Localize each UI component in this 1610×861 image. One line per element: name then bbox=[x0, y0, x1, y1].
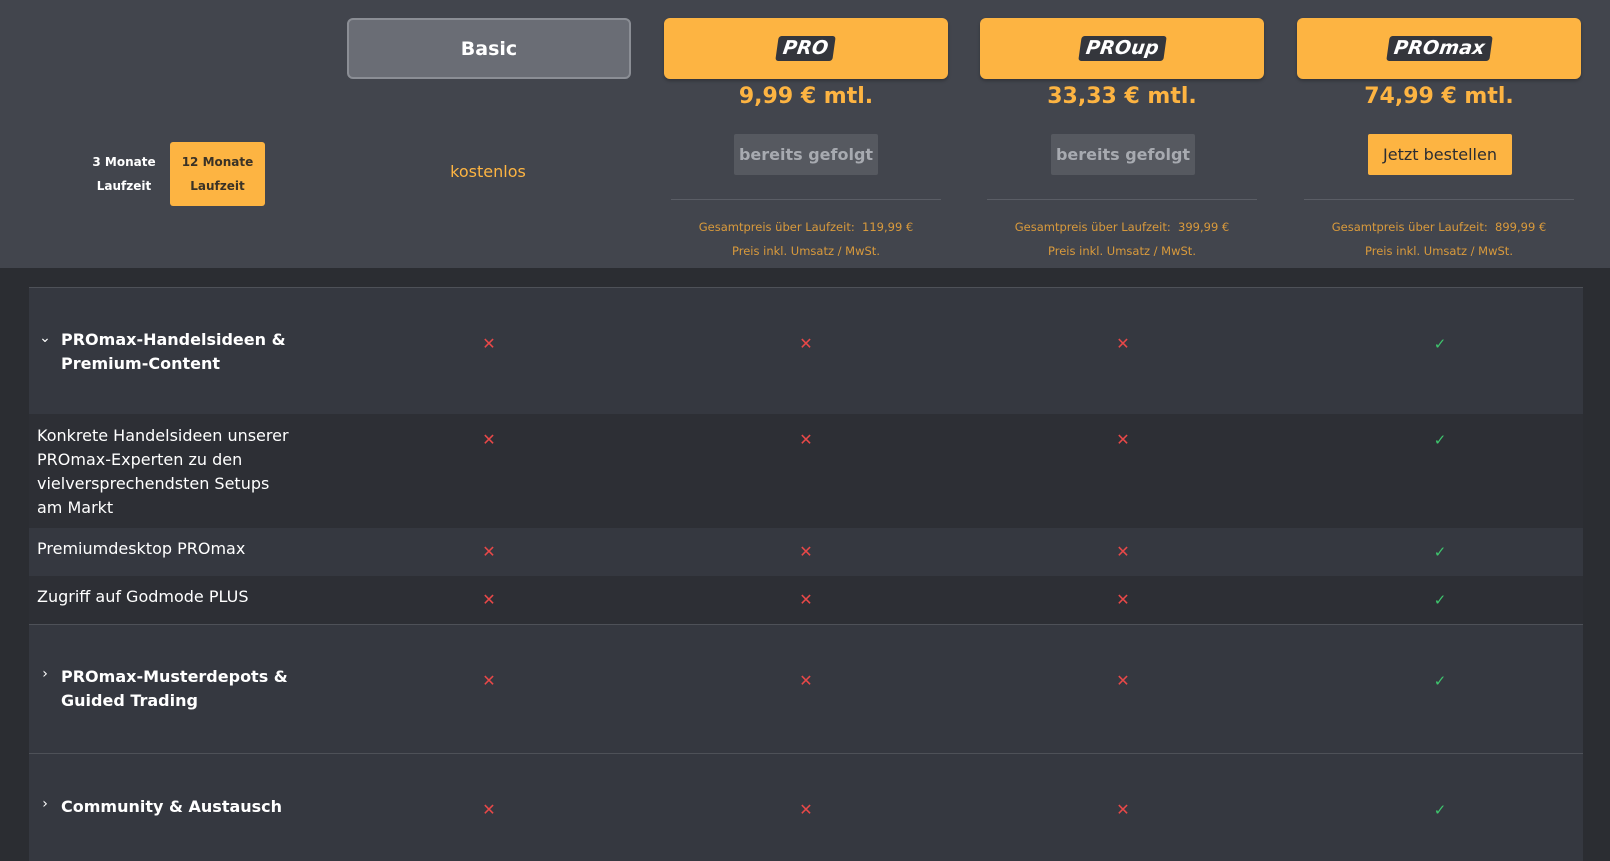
plan-proup-header[interactable]: PROup bbox=[980, 18, 1264, 79]
pro-followed-button[interactable]: bereits gefolgt bbox=[734, 134, 878, 175]
pro-logo: PRO bbox=[775, 36, 837, 61]
proup-divider bbox=[987, 199, 1257, 200]
section-title-handelsideen: PROmax-Handelsideen & Premium-Content bbox=[61, 330, 286, 373]
order-now-button[interactable]: Jetzt bestellen bbox=[1368, 134, 1512, 175]
check-icon: ✓ bbox=[1433, 672, 1447, 690]
proup-price: 33,33 € mtl. bbox=[1047, 84, 1197, 109]
pro-price: 9,99 € mtl. bbox=[738, 84, 874, 109]
pro-tax-note: Preis inkl. Umsatz / MwSt. bbox=[732, 244, 880, 258]
pro-total-info: Gesamtpreis über Laufzeit: 119,99 € Prei… bbox=[664, 215, 948, 263]
cross-icon: ✕ bbox=[1116, 430, 1130, 449]
plan-basic-name: Basic bbox=[460, 37, 518, 60]
check-icon: ✓ bbox=[1433, 543, 1447, 561]
pro-total-value: 119,99 € bbox=[862, 220, 914, 234]
proup-total-label: Gesamtpreis über Laufzeit: bbox=[1014, 220, 1171, 234]
cross-icon: ✕ bbox=[799, 334, 813, 353]
feature-label-godmode: Zugriff auf Godmode PLUS bbox=[37, 587, 249, 606]
cross-icon: ✕ bbox=[1116, 671, 1130, 690]
duration-3-months-toggle[interactable]: 3 Monate Laufzeit bbox=[92, 142, 156, 206]
feature-label-premiumdesktop: Premiumdesktop PROmax bbox=[37, 539, 246, 558]
check-icon: ✓ bbox=[1433, 335, 1447, 353]
proup-logo: PROup bbox=[1077, 36, 1167, 61]
cross-icon: ✕ bbox=[1116, 542, 1130, 561]
section-title-community: Community & Austausch bbox=[61, 797, 283, 816]
chevron-right-icon[interactable]: › bbox=[38, 796, 52, 812]
pro-total-label: Gesamtpreis über Laufzeit: bbox=[698, 220, 855, 234]
promax-logo: PROmax bbox=[1385, 36, 1493, 61]
cross-icon: ✕ bbox=[1116, 334, 1130, 353]
cross-icon: ✕ bbox=[799, 800, 813, 819]
check-icon: ✓ bbox=[1433, 431, 1447, 449]
cross-icon: ✕ bbox=[482, 430, 496, 449]
check-icon: ✓ bbox=[1433, 591, 1447, 609]
proup-total-info: Gesamtpreis über Laufzeit: 399,99 € Prei… bbox=[980, 215, 1264, 263]
promax-tax-note: Preis inkl. Umsatz / MwSt. bbox=[1365, 244, 1513, 258]
proup-tax-note: Preis inkl. Umsatz / MwSt. bbox=[1048, 244, 1196, 258]
promax-total-value: 899,99 € bbox=[1495, 220, 1547, 234]
basic-price-free: kostenlos bbox=[450, 162, 526, 181]
cross-icon: ✕ bbox=[1116, 590, 1130, 609]
cross-icon: ✕ bbox=[799, 542, 813, 561]
promax-total-label: Gesamtpreis über Laufzeit: bbox=[1331, 220, 1488, 234]
cross-icon: ✕ bbox=[482, 800, 496, 819]
promax-divider bbox=[1304, 199, 1574, 200]
section-title-musterdepots: PROmax-Musterdepots & Guided Trading bbox=[61, 667, 288, 710]
cross-icon: ✕ bbox=[482, 671, 496, 690]
check-icon: ✓ bbox=[1433, 801, 1447, 819]
cross-icon: ✕ bbox=[799, 590, 813, 609]
plan-basic-header[interactable]: Basic bbox=[347, 18, 631, 79]
proup-total-value: 399,99 € bbox=[1178, 220, 1230, 234]
chevron-right-icon[interactable]: › bbox=[38, 666, 52, 682]
cross-icon: ✕ bbox=[1116, 800, 1130, 819]
cross-icon: ✕ bbox=[799, 430, 813, 449]
plan-promax-header[interactable]: PROmax bbox=[1297, 18, 1581, 79]
cross-icon: ✕ bbox=[482, 590, 496, 609]
cross-icon: ✕ bbox=[799, 671, 813, 690]
promax-price: 74,99 € mtl. bbox=[1364, 84, 1514, 109]
promax-total-info: Gesamtpreis über Laufzeit: 899,99 € Prei… bbox=[1297, 215, 1581, 263]
chevron-down-icon[interactable]: ⌄ bbox=[38, 330, 52, 346]
pro-divider bbox=[671, 199, 941, 200]
duration-12-months-toggle[interactable]: 12 Monate Laufzeit bbox=[170, 142, 265, 206]
proup-followed-button[interactable]: bereits gefolgt bbox=[1051, 134, 1195, 175]
cross-icon: ✕ bbox=[482, 542, 496, 561]
cross-icon: ✕ bbox=[482, 334, 496, 353]
plan-pro-header[interactable]: PRO bbox=[664, 18, 948, 79]
feature-label-handelsideen: Konkrete Handelsideen unserer PROmax-Exp… bbox=[37, 426, 289, 517]
